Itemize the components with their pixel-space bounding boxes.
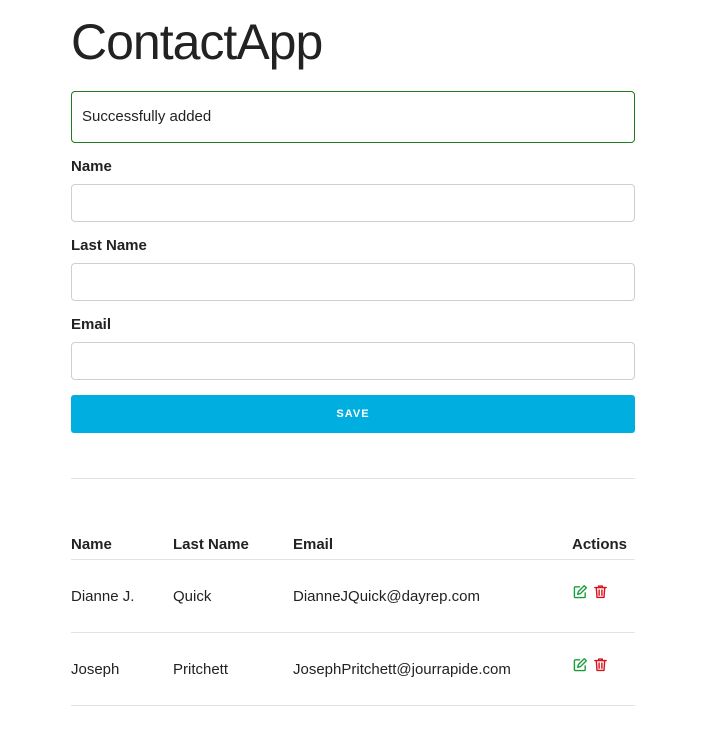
cell-last-name: Pritchett (173, 632, 293, 706)
trash-icon[interactable] (593, 657, 608, 672)
edit-icon[interactable] (573, 584, 588, 599)
cell-name: Joseph (71, 632, 173, 706)
table-row: Joseph Pritchett JosephPritchett@jourrap… (71, 632, 635, 706)
row-actions (572, 584, 635, 599)
table-row: Dianne J. Quick DianneJQuick@dayrep.com (71, 559, 635, 633)
header-actions: Actions (572, 527, 635, 560)
header-email: Email (293, 527, 572, 560)
section-divider (71, 478, 635, 479)
contacts-table: Name Last Name Email Actions Dianne J. Q… (71, 527, 635, 706)
save-button[interactable]: SAVE (71, 395, 635, 433)
cell-actions (572, 559, 635, 633)
email-input[interactable] (71, 342, 635, 380)
header-last-name: Last Name (173, 527, 293, 560)
header-name: Name (71, 527, 173, 560)
table-header-row: Name Last Name Email Actions (71, 527, 635, 560)
cell-name: Dianne J. (71, 559, 173, 633)
success-alert: Successfully added (71, 91, 635, 143)
app-container: ContactApp Successfully added Name Last … (71, 0, 635, 706)
cell-last-name: Quick (173, 559, 293, 633)
cell-email: DianneJQuick@dayrep.com (293, 559, 572, 633)
last-name-label: Last Name (71, 237, 147, 254)
name-input[interactable] (71, 184, 635, 222)
app-title: ContactApp (71, 14, 323, 70)
cell-actions (572, 632, 635, 706)
last-name-input[interactable] (71, 263, 635, 301)
name-label: Name (71, 158, 112, 175)
cell-email: JosephPritchett@jourrapide.com (293, 632, 572, 706)
email-label: Email (71, 316, 112, 333)
row-actions (572, 657, 635, 672)
trash-icon[interactable] (593, 584, 608, 599)
contact-form: Name Last Name Email SAVE (71, 157, 635, 433)
edit-icon[interactable] (573, 657, 588, 672)
